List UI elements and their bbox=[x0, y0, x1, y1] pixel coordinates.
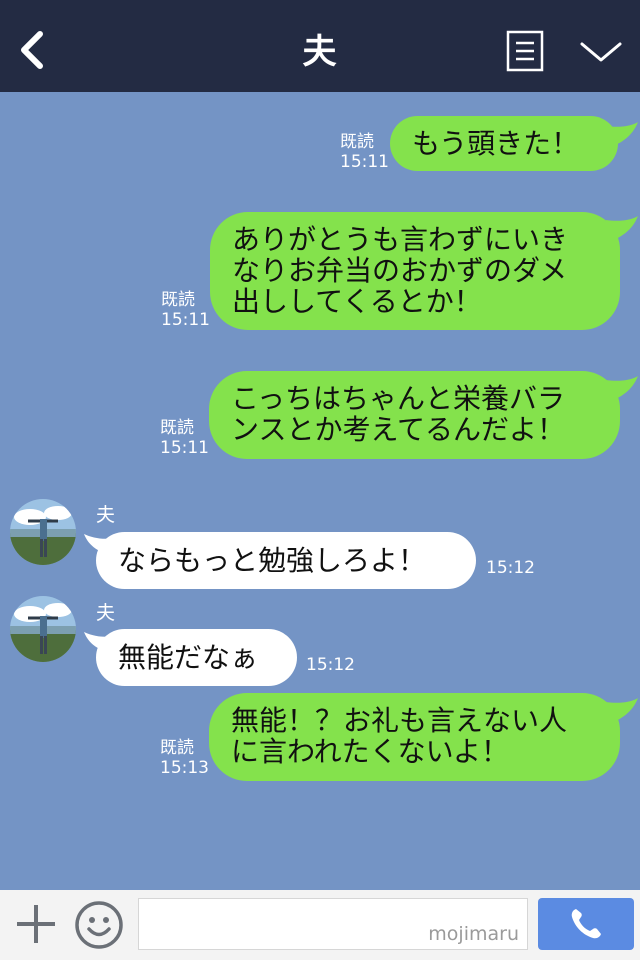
message-time: 15:11 bbox=[340, 152, 389, 172]
avatar[interactable] bbox=[10, 499, 76, 565]
message-bubble[interactable]: ならもっと勉強しろよ！ bbox=[96, 532, 476, 589]
message-meta: 既読 15:11 bbox=[161, 290, 210, 330]
avatar[interactable] bbox=[10, 596, 76, 662]
bubble-tail bbox=[606, 216, 638, 242]
bubble-tail bbox=[606, 698, 638, 724]
message-bubble[interactable]: もう頭きた！ bbox=[390, 116, 618, 171]
phone-icon bbox=[571, 909, 601, 939]
message-bubble[interactable]: 無能！？お礼も言えない人 に言われたくないよ！ bbox=[209, 693, 620, 781]
read-receipt: 既読 bbox=[340, 132, 374, 152]
message-meta: 既読 15:11 bbox=[160, 418, 209, 458]
message-time: 15:12 bbox=[306, 655, 355, 675]
menu-list-icon[interactable] bbox=[506, 30, 544, 72]
message-bubble[interactable]: 無能だなぁ bbox=[96, 629, 297, 686]
call-button[interactable] bbox=[538, 898, 634, 950]
read-receipt: 既読 bbox=[160, 738, 194, 758]
message-input[interactable]: mojimaru bbox=[138, 898, 528, 950]
read-receipt: 既読 bbox=[160, 418, 194, 438]
chevron-down-icon[interactable] bbox=[578, 36, 624, 68]
chat-area[interactable]: 既読 15:11 もう頭きた！ 既読 15:11 ありがとうも言わずにいき なり… bbox=[0, 92, 640, 890]
smile-icon[interactable] bbox=[74, 900, 124, 950]
bubble-tail bbox=[606, 122, 638, 148]
message-meta: 既読 15:11 bbox=[340, 132, 389, 172]
bubble-tail bbox=[606, 376, 638, 402]
sender-name: 夫 bbox=[96, 504, 116, 526]
read-receipt: 既読 bbox=[161, 290, 195, 310]
plus-icon[interactable] bbox=[14, 902, 58, 946]
watermark-text: mojimaru bbox=[428, 923, 519, 945]
chat-header: 夫 bbox=[0, 0, 640, 92]
message-bubble[interactable]: ありがとうも言わずにいき なりお弁当のおかずのダメ 出ししてくるとか！ bbox=[210, 212, 620, 330]
message-time: 15:13 bbox=[160, 758, 209, 778]
message-time: 15:11 bbox=[161, 310, 210, 330]
sender-name: 夫 bbox=[96, 602, 116, 624]
message-bubble[interactable]: こっちはちゃんと栄養バラ ンスとか考えてるんだよ！ bbox=[209, 371, 620, 459]
message-time: 15:12 bbox=[486, 558, 535, 578]
message-meta: 既読 15:13 bbox=[160, 738, 209, 778]
chat-title: 夫 bbox=[302, 32, 338, 72]
message-time: 15:11 bbox=[160, 438, 209, 458]
